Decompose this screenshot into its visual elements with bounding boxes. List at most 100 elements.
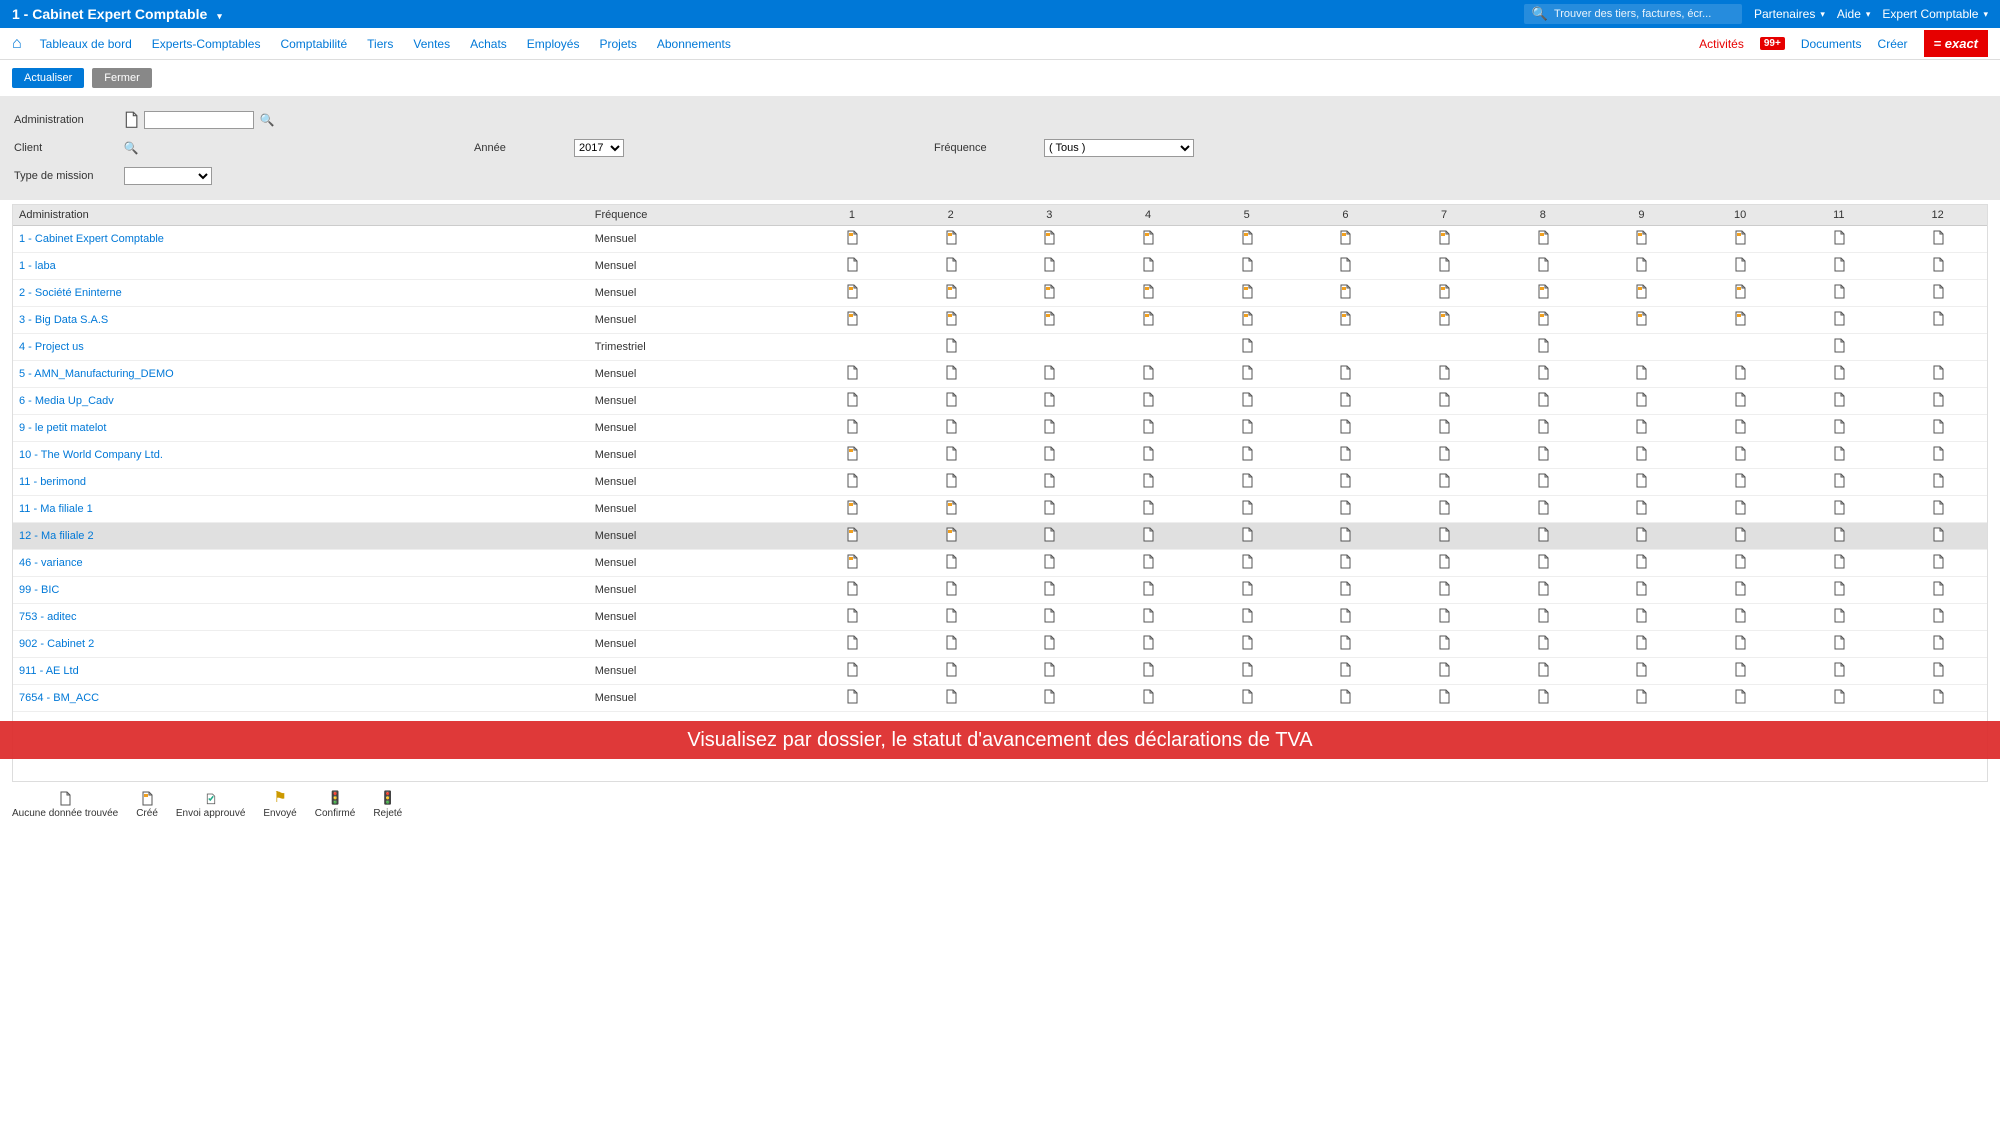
admin-link[interactable]: 11 - berimond [19,476,86,488]
status-cell[interactable] [1197,334,1296,361]
status-cell[interactable] [901,658,1000,685]
status-cell[interactable] [1296,685,1395,712]
status-cell[interactable] [1099,334,1198,361]
nav-item[interactable]: Tiers [367,37,393,51]
status-cell[interactable] [901,685,1000,712]
admin-link[interactable]: 6 - Media Up_Cadv [19,395,114,407]
status-cell[interactable] [1197,658,1296,685]
admin-link[interactable]: 7654 - BM_ACC [19,692,99,704]
status-cell[interactable] [1197,442,1296,469]
activites-link[interactable]: Activités [1699,37,1744,51]
admin-link[interactable]: 9 - le petit matelot [19,422,106,434]
status-cell[interactable] [1099,226,1198,253]
status-cell[interactable] [1691,523,1790,550]
admin-link[interactable]: 1 - Cabinet Expert Comptable [19,233,164,245]
status-cell[interactable] [1493,496,1592,523]
table-row[interactable]: 4 - Project usTrimestriel [13,334,1987,361]
table-row[interactable]: 99 - BICMensuel [13,577,1987,604]
status-cell[interactable] [1888,577,1987,604]
admin-link[interactable]: 12 - Ma filiale 2 [19,530,94,542]
title-dropdown-icon[interactable] [215,6,222,22]
status-cell[interactable] [1493,685,1592,712]
status-cell[interactable] [1789,604,1888,631]
status-cell[interactable] [1691,550,1790,577]
table-row[interactable]: 10 - The World Company Ltd.Mensuel [13,442,1987,469]
status-cell[interactable] [1888,442,1987,469]
status-cell[interactable] [1789,550,1888,577]
status-cell[interactable] [1493,442,1592,469]
admin-link[interactable]: 2 - Société Eninterne [19,287,122,299]
status-cell[interactable] [1691,226,1790,253]
admin-link[interactable]: 4 - Project us [19,341,84,353]
status-cell[interactable] [1395,226,1494,253]
status-cell[interactable] [803,604,902,631]
status-cell[interactable] [1592,307,1691,334]
status-cell[interactable] [1691,253,1790,280]
status-cell[interactable] [901,496,1000,523]
table-row[interactable]: 6 - Media Up_CadvMensuel [13,388,1987,415]
status-cell[interactable] [803,307,902,334]
status-cell[interactable] [1000,226,1099,253]
col-month[interactable]: 11 [1789,205,1888,226]
admin-search-icon[interactable]: 🔍 [260,113,274,127]
documents-link[interactable]: Documents [1801,37,1862,51]
admin-link[interactable]: 5 - AMN_Manufacturing_DEMO [19,368,174,380]
status-cell[interactable] [1000,604,1099,631]
admin-link[interactable]: 3 - Big Data S.A.S [19,314,108,326]
status-cell[interactable] [1789,226,1888,253]
status-cell[interactable] [901,226,1000,253]
status-cell[interactable] [901,631,1000,658]
status-cell[interactable] [1592,361,1691,388]
status-cell[interactable] [901,523,1000,550]
status-cell[interactable] [1395,631,1494,658]
refresh-button[interactable]: Actualiser [12,68,84,88]
status-cell[interactable] [1888,415,1987,442]
status-cell[interactable] [1099,658,1198,685]
status-cell[interactable] [1197,253,1296,280]
status-cell[interactable] [803,334,902,361]
status-cell[interactable] [1888,685,1987,712]
home-icon[interactable]: ⌂ [12,35,22,53]
admin-link[interactable]: 902 - Cabinet 2 [19,638,94,650]
col-administration[interactable]: Administration [13,205,589,226]
status-cell[interactable] [1888,469,1987,496]
status-cell[interactable] [1395,496,1494,523]
status-cell[interactable] [1592,523,1691,550]
status-cell[interactable] [1592,685,1691,712]
col-month[interactable]: 9 [1592,205,1691,226]
nav-item[interactable]: Employés [527,37,580,51]
status-cell[interactable] [1493,469,1592,496]
table-row[interactable]: 11 - Ma filiale 1Mensuel [13,496,1987,523]
status-cell[interactable] [1691,307,1790,334]
status-cell[interactable] [1000,415,1099,442]
status-cell[interactable] [1493,226,1592,253]
status-cell[interactable] [803,631,902,658]
table-row[interactable]: 5 - AMN_Manufacturing_DEMOMensuel [13,361,1987,388]
status-cell[interactable] [1395,685,1494,712]
status-cell[interactable] [1888,334,1987,361]
nav-item[interactable]: Projets [599,37,636,51]
status-cell[interactable] [1099,685,1198,712]
status-cell[interactable] [803,253,902,280]
status-cell[interactable] [1789,280,1888,307]
status-cell[interactable] [1493,415,1592,442]
status-cell[interactable] [1493,388,1592,415]
user-menu[interactable]: Expert Comptable [1882,7,1988,21]
col-month[interactable]: 3 [1000,205,1099,226]
status-cell[interactable] [1296,658,1395,685]
col-month[interactable]: 12 [1888,205,1987,226]
status-cell[interactable] [1099,577,1198,604]
status-cell[interactable] [1691,442,1790,469]
status-cell[interactable] [901,334,1000,361]
status-cell[interactable] [1197,307,1296,334]
status-cell[interactable] [1099,388,1198,415]
status-cell[interactable] [1789,415,1888,442]
status-cell[interactable] [1493,577,1592,604]
status-cell[interactable] [1592,226,1691,253]
admin-link[interactable]: 99 - BIC [19,584,59,596]
administration-input[interactable] [144,111,254,129]
status-cell[interactable] [1000,361,1099,388]
annee-select[interactable]: 2017 [574,139,624,157]
status-cell[interactable] [803,550,902,577]
status-cell[interactable] [1296,307,1395,334]
